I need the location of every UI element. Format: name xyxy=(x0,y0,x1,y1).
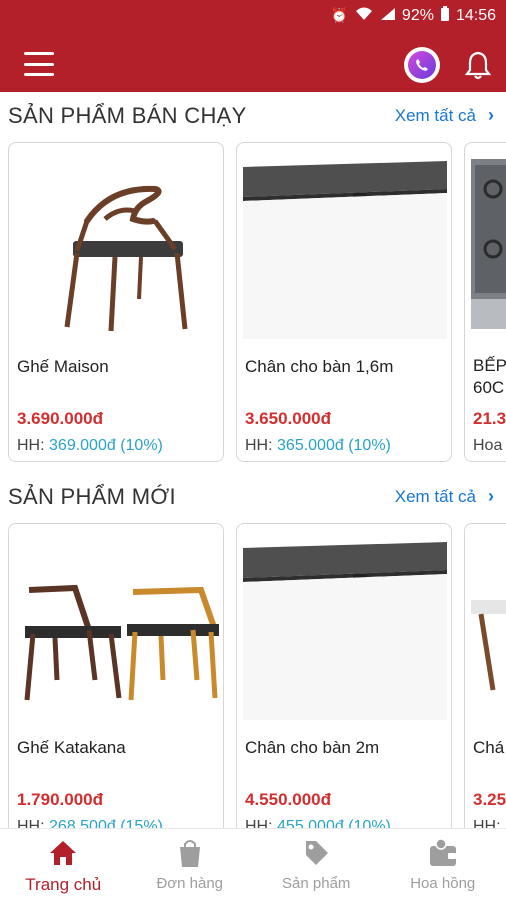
see-all-link[interactable]: Xem tất cả › xyxy=(395,105,494,126)
product-card[interactable]: Chân cho bàn 1,6m 3.650.000đ HH: 365.000… xyxy=(236,142,452,462)
shopping-bag-icon xyxy=(179,840,200,867)
status-bar: ⏰ 92% 14:56 xyxy=(330,6,496,25)
product-name: Chân cho bàn 2m xyxy=(245,738,380,757)
product-name: BẾP 60C xyxy=(473,356,506,397)
product-image xyxy=(243,530,447,720)
signal-icon xyxy=(380,7,396,24)
bestseller-header: SẢN PHẨM BÁN CHẠY Xem tất cả › xyxy=(0,103,506,133)
product-tag-icon xyxy=(306,841,329,865)
product-name: Ghế Maison xyxy=(17,357,109,376)
battery-percent: 92% xyxy=(401,6,434,24)
product-name: Ghế Katakana xyxy=(17,738,126,757)
product-card[interactable]: Ghế Maison 3.690.000đ HH: 369.000đ (10%) xyxy=(8,142,224,462)
see-all-link[interactable]: Xem tất cả › xyxy=(395,486,494,507)
nav-home[interactable]: Trang chủ xyxy=(0,829,127,900)
section-title: SẢN PHẨM MỚI xyxy=(8,484,176,509)
product-price: 3.690.000đ xyxy=(17,409,104,428)
clock: 14:56 xyxy=(455,6,496,24)
section-title: SẢN PHẨM BÁN CHẠY xyxy=(8,103,247,128)
chevron-right-icon: › xyxy=(488,486,494,506)
product-card[interactable]: Ghế Katakana 1.790.000đ HH: 268.500đ (15… xyxy=(8,523,224,843)
product-card[interactable]: Chân cho bàn 2m 4.550.000đ HH: 455.000đ … xyxy=(236,523,452,843)
home-icon xyxy=(50,841,77,865)
product-image xyxy=(15,530,221,720)
bell-icon[interactable] xyxy=(464,50,492,80)
product-name: Chá xyxy=(473,738,505,757)
product-commission: HH: 369.000đ (10%) xyxy=(17,437,163,454)
product-name: Chân cho bàn 1,6m xyxy=(245,357,394,376)
chevron-right-icon: › xyxy=(488,105,494,125)
product-price: 21.3 xyxy=(473,409,506,428)
wallet-icon xyxy=(429,838,456,866)
call-button[interactable] xyxy=(404,47,440,83)
menu-icon[interactable] xyxy=(24,52,54,76)
product-image xyxy=(15,149,217,339)
product-price: 3.650.000đ xyxy=(245,409,332,428)
alarm-icon: ⏰ xyxy=(330,7,348,23)
bottom-navigation: Trang chủ Đơn hàng Sản phẩm Hoa hồng xyxy=(0,828,506,900)
product-image xyxy=(471,149,506,339)
product-card[interactable]: BẾP 60C 21.3 Hoa xyxy=(464,142,506,462)
nav-orders[interactable]: Đơn hàng xyxy=(127,829,254,900)
new-products-header: SẢN PHẨM MỚI Xem tất cả › xyxy=(0,484,506,514)
phone-icon xyxy=(408,51,436,79)
new-products-list: Ghế Katakana 1.790.000đ HH: 268.500đ (15… xyxy=(8,523,506,843)
product-price: 1.790.000đ xyxy=(17,790,104,809)
nav-commission[interactable]: Hoa hồng xyxy=(380,829,506,900)
product-price: 3.25 xyxy=(473,790,506,809)
app-header: ⏰ 92% 14:56 xyxy=(0,0,506,92)
battery-icon xyxy=(440,6,450,25)
product-image xyxy=(243,149,447,339)
product-commission: Hoa xyxy=(473,437,503,454)
product-price: 4.550.000đ xyxy=(245,790,332,809)
product-image xyxy=(471,530,506,720)
product-card[interactable]: Chá 3.25 HH: xyxy=(464,523,506,843)
bestseller-list: Ghế Maison 3.690.000đ HH: 369.000đ (10%)… xyxy=(8,142,506,462)
wifi-icon xyxy=(354,6,374,25)
nav-products[interactable]: Sản phẩm xyxy=(253,829,380,900)
product-commission: HH: 365.000đ (10%) xyxy=(245,437,391,454)
